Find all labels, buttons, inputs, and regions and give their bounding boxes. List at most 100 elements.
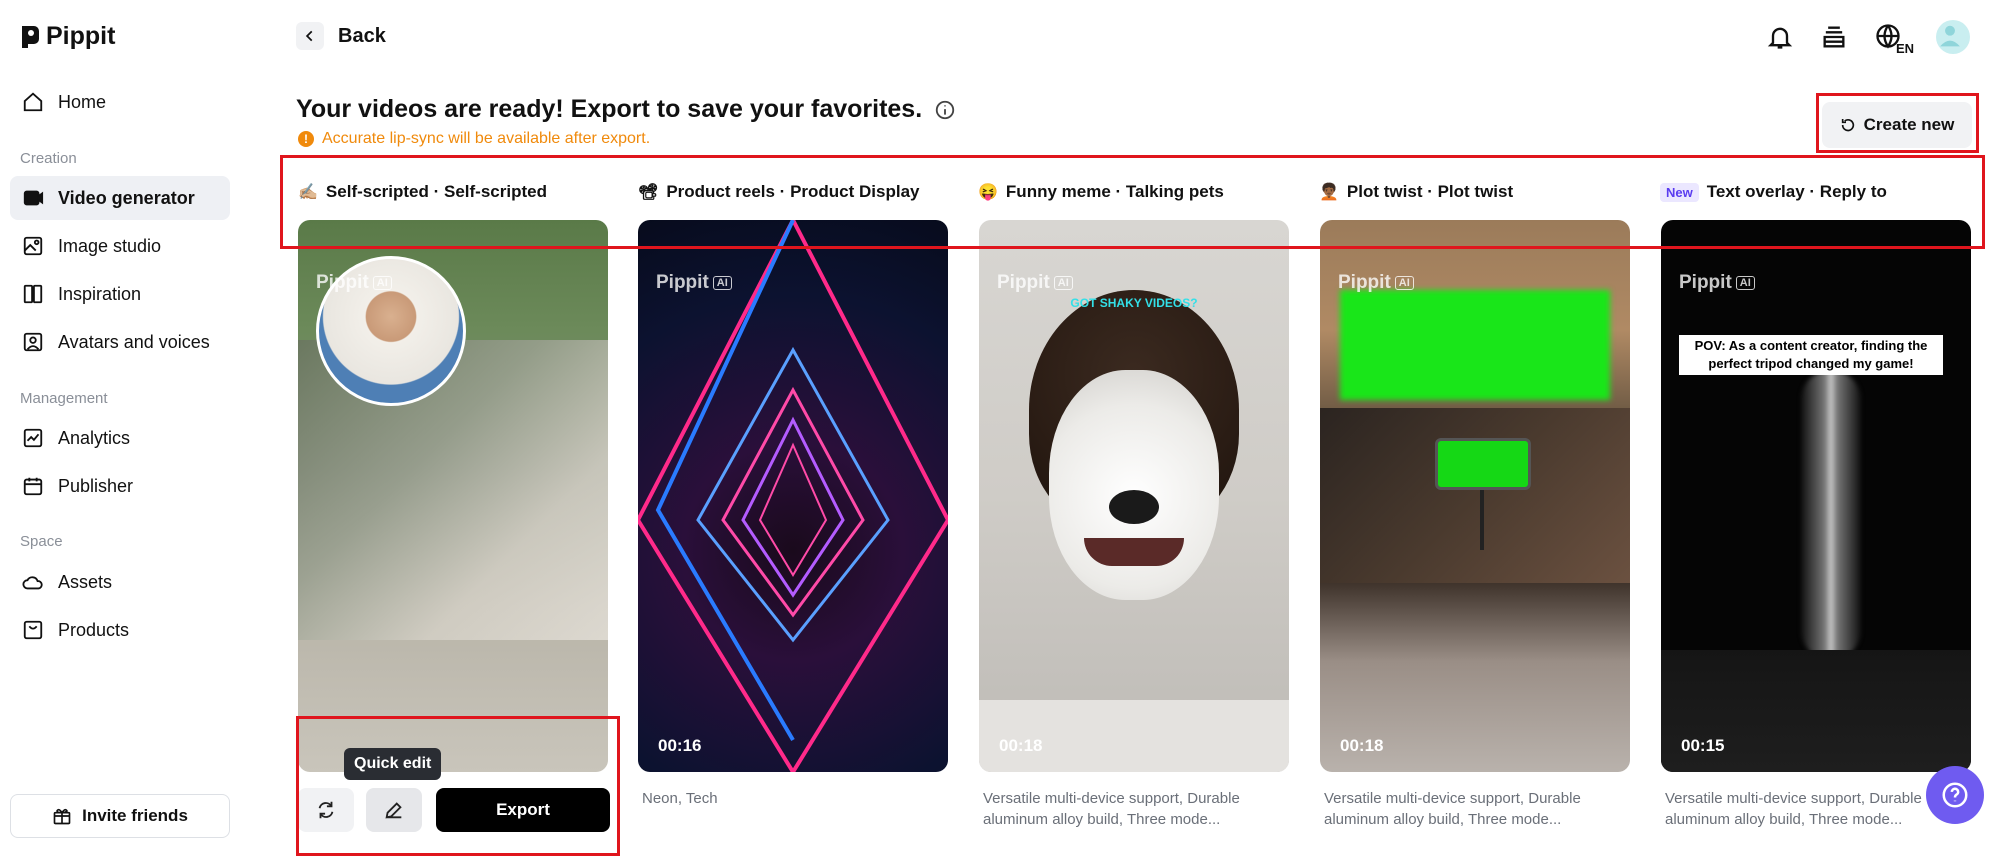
user-icon [1940,25,1960,47]
column-title-text: Plot twist · Plot twist [1346,182,1514,201]
neon-tunnel-graphic [638,220,948,772]
sidebar-item-label: Analytics [58,427,131,448]
language-selector[interactable]: EN [1874,22,1914,56]
sidebar-item-label: Avatars and voices [58,331,210,352]
watermark-text: Pippit [997,272,1050,293]
pippit-logo-icon [22,25,39,48]
warning-text: Accurate lip-sync will be available afte… [322,130,651,147]
section-label-management: Management [20,390,108,407]
user-avatar[interactable] [1936,20,1970,54]
analytics-icon [23,428,43,448]
product-icon [23,620,43,640]
video-duration: 00:16 [658,736,702,755]
tripod-silhouette [1801,370,1861,660]
sidebar-item-avatars-and-voices[interactable]: Avatars and voices [10,320,230,364]
avatar-icon [23,332,43,352]
sidebar-item-assets[interactable]: Assets [10,560,230,604]
pippit-watermark: Pippit AI [1679,272,1755,294]
video-description: Versatile multi-device support, Durable … [983,790,1240,828]
bell-icon[interactable] [1766,23,1794,51]
sidebar-item-image-studio[interactable]: Image studio [10,224,230,268]
sidebar-item-label: Image studio [58,235,162,256]
column-title: New Text overlay · Reply to [1660,182,1887,202]
question-icon [1942,782,1968,808]
dog-mouth [1084,538,1184,566]
page-title: Your videos are ready! Export to save yo… [296,95,956,124]
sidebar-item-home[interactable]: Home [10,80,230,124]
export-button[interactable]: Export [436,788,610,832]
pippit-watermark: Pippit AI [997,272,1073,294]
phone-on-tripod [1435,438,1531,490]
language-code: EN [1895,41,1914,56]
table-scene [1320,408,1630,583]
pippit-watermark: Pippit AI [656,272,732,294]
dog-nose [1109,490,1159,524]
create-new-button[interactable]: Create new [1822,102,1972,148]
chevron-left-icon [305,30,313,42]
help-button[interactable] [1926,766,1984,824]
projector-icon: 📽 [638,184,659,201]
sidebar: Pippit Home Creation Video generator Ima… [0,0,240,860]
column-title-text: Text overlay · Reply to [1706,182,1887,201]
watermark-text: Pippit [316,272,369,293]
layers-icon[interactable] [1820,23,1848,51]
home-icon [23,92,43,112]
pippit-watermark: Pippit AI [1338,272,1414,294]
invite-friends-button[interactable]: Invite friends [10,794,230,838]
video-card[interactable]: Pippit AI 00:18 [1320,220,1630,772]
create-new-label: Create new [1863,115,1955,134]
video-duration: 00:15 [1681,736,1725,755]
sidebar-item-analytics[interactable]: Analytics [10,416,230,460]
sidebar-item-video-generator[interactable]: Video generator [10,176,230,220]
calendar-icon [23,477,43,496]
watermark-ai-badge: AI [1394,276,1414,290]
watermark-ai-badge: AI [712,276,732,290]
video-duration: 00:18 [999,736,1043,755]
page-title-text: Your videos are ready! Export to save yo… [296,95,923,123]
cloud-icon [22,576,43,590]
video-overlay-text: GOT SHAKY VIDEOS? [1070,296,1198,310]
green-screen [1340,290,1610,400]
sidebar-item-publisher[interactable]: Publisher [10,464,230,508]
pippit-watermark: Pippit AI [316,272,392,294]
person-icon: 🧑🏾‍🦱 [1319,184,1339,201]
video-card[interactable]: Pippit AI [298,220,608,772]
invite-label: Invite friends [82,806,188,825]
quick-edit-tooltip: Quick edit [344,748,442,780]
watermark-ai-badge: AI [1053,276,1073,290]
back-button[interactable] [296,22,324,50]
column-title: 📽 Product reels · Product Display [638,182,920,202]
section-label-creation: Creation [20,150,77,167]
video-description: Neon, Tech [642,790,718,807]
video-card[interactable]: POV: As a content creator, finding the p… [1661,220,1971,772]
column-title-text: Funny meme · Talking pets [1005,182,1224,201]
watermark-text: Pippit [1338,272,1391,293]
back-link[interactable]: Back [296,22,386,50]
sidebar-item-inspiration[interactable]: Inspiration [10,272,230,316]
tripod-stand [1480,490,1484,550]
regenerate-button[interactable] [298,788,354,832]
gift-icon [53,808,71,825]
caption-overlay: POV: As a content creator, finding the p… [1679,335,1943,375]
sidebar-item-label: Home [58,91,107,112]
sidebar-item-label: Assets [58,571,113,592]
column-title: 🧑🏾‍🦱 Plot twist · Plot twist [1319,182,1513,202]
watermark-text: Pippit [656,272,709,293]
column-title-text: Product reels · Product Display [666,182,920,201]
video-generator-icon [23,190,44,206]
column-title: ✍🏼 Self-scripted · Self-scripted [298,182,547,202]
column-title-text: Self-scripted · Self-scripted [325,182,547,201]
sidebar-item-products[interactable]: Products [10,608,230,652]
top-icons: EN [1766,20,1970,56]
info-icon[interactable] [934,99,956,121]
refresh-icon [318,801,334,819]
back-label: Back [338,24,386,47]
column-title: 😝 Funny meme · Talking pets [978,182,1224,202]
sidebar-item-label: Video generator [58,187,195,208]
video-card[interactable]: GOT SHAKY VIDEOS? Pippit AI 00:18 [979,220,1289,772]
inspiration-icon [23,284,43,304]
pencil-icon [385,802,402,819]
video-card[interactable]: Pippit AI 00:16 [638,220,948,772]
quick-edit-button[interactable] [366,788,422,832]
pippit-logo[interactable]: Pippit [20,22,115,51]
